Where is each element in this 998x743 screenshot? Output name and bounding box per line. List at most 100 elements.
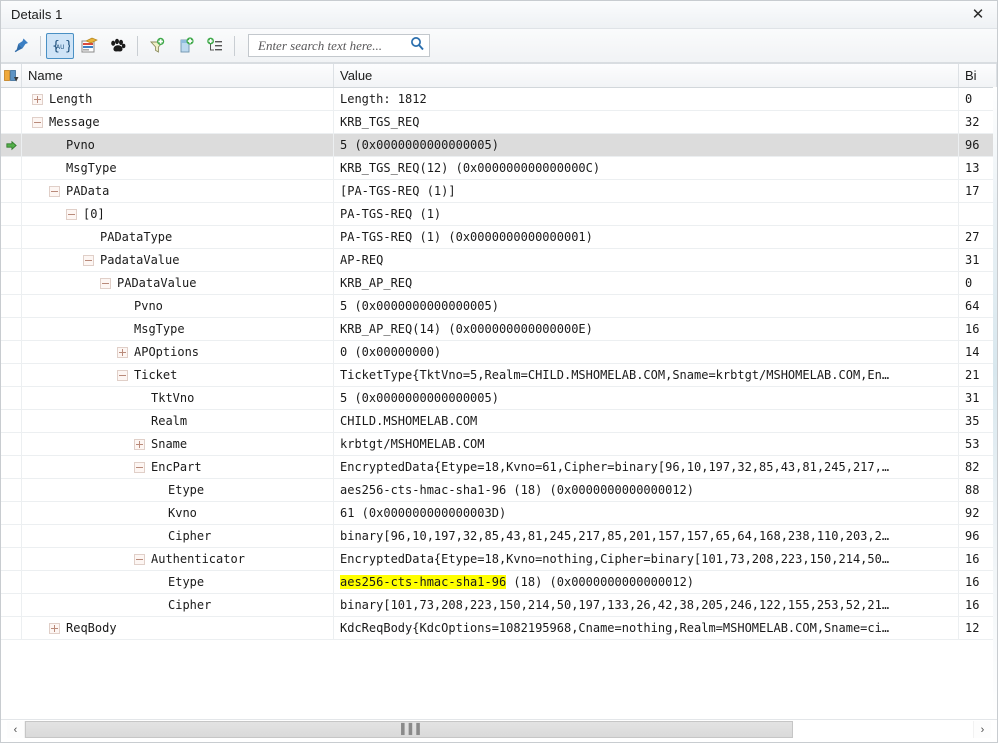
- collapse-icon[interactable]: [83, 254, 94, 266]
- table-row[interactable]: PADataValue KRB_AP_REQ 0: [1, 272, 997, 295]
- grid-header-row: Name Value Bi: [1, 64, 997, 88]
- table-row[interactable]: Ticket TicketType{TktVno=5,Realm=CHILD.MS…: [1, 364, 997, 387]
- cell-name: ReqBody: [22, 617, 334, 639]
- column-header-bit[interactable]: Bi: [959, 64, 997, 87]
- row-marker-cell: [1, 134, 22, 156]
- toolbar-separator-1: [40, 35, 41, 56]
- filter-add-icon[interactable]: [143, 33, 171, 59]
- expand-icon[interactable]: [32, 93, 43, 105]
- table-row[interactable]: Pvno 5 (0x0000000000000005) 96: [1, 134, 997, 157]
- horizontal-scrollbar[interactable]: ‹ ▐▐▐ ›: [1, 719, 997, 742]
- search-input[interactable]: [256, 36, 410, 55]
- row-name-label: MsgType: [134, 322, 185, 336]
- collapse-icon[interactable]: [100, 277, 111, 289]
- row-value-label: aes256-cts-hmac-sha1-96 (18) (0x00000000…: [340, 483, 695, 497]
- row-name-label: Realm: [151, 414, 188, 428]
- row-value-label: PA-TGS-REQ (1): [340, 207, 442, 221]
- cell-bit-offset: [959, 203, 997, 225]
- row-value-label: 0 (0x00000000): [340, 345, 442, 359]
- row-marker-cell: [1, 88, 22, 110]
- cell-bit-offset: 27: [959, 226, 997, 248]
- cell-name: Length: [22, 88, 334, 110]
- table-row[interactable]: Etype aes256-cts-hmac-sha1-96 (18) (0x000…: [1, 571, 997, 594]
- cell-bit-offset: 31: [959, 249, 997, 271]
- column-add-icon[interactable]: [172, 33, 200, 59]
- table-row[interactable]: EncPart EncryptedData{Etype=18,Kvno=61,Ci…: [1, 456, 997, 479]
- table-row[interactable]: Length Length: 1812 0: [1, 88, 997, 111]
- table-row[interactable]: Sname krbtgt/MSHOMELAB.COM 53: [1, 433, 997, 456]
- cell-name: MsgType: [22, 318, 334, 340]
- row-name-label: Sname: [151, 437, 188, 451]
- column-selector-icon[interactable]: [1, 64, 22, 87]
- scroll-right-button[interactable]: ›: [974, 721, 991, 738]
- scroll-thumb[interactable]: ▐▐▐: [25, 721, 793, 738]
- table-row[interactable]: PadataValue AP-REQ 31: [1, 249, 997, 272]
- table-row[interactable]: APOptions 0 (0x00000000) 14: [1, 341, 997, 364]
- table-row[interactable]: TktVno 5 (0x0000000000000005) 31: [1, 387, 997, 410]
- table-row[interactable]: Message KRB_TGS_REQ 32: [1, 111, 997, 134]
- row-marker-cell: [1, 272, 22, 294]
- collapse-icon[interactable]: [32, 116, 43, 128]
- cell-name: Message: [22, 111, 334, 133]
- search-box[interactable]: [248, 34, 430, 57]
- collapse-icon[interactable]: [134, 553, 145, 565]
- group-add-icon[interactable]: [201, 33, 229, 59]
- collapse-icon[interactable]: [49, 185, 60, 197]
- cell-name: APOptions: [22, 341, 334, 363]
- row-value-label: Length: 1812: [340, 92, 427, 106]
- row-name-label: EncPart: [151, 460, 202, 474]
- cell-name: Sname: [22, 433, 334, 455]
- cell-bit-offset: 82: [959, 456, 997, 478]
- row-marker-cell: [1, 479, 22, 501]
- table-row[interactable]: Authenticator EncryptedData{Etype=18,Kvno…: [1, 548, 997, 571]
- table-row[interactable]: MsgType KRB_TGS_REQ(12) (0x00000000000000…: [1, 157, 997, 180]
- row-name-label: Message: [49, 115, 100, 129]
- row-value-label: CHILD.MSHOMELAB.COM: [340, 414, 478, 428]
- search-icon[interactable]: [410, 36, 425, 56]
- grid-rows: Length Length: 1812 0 Message KRB_TGS_REQ 32 P…: [1, 88, 997, 719]
- row-value-label: KRB_AP_REQ: [340, 276, 413, 290]
- column-header-name[interactable]: Name: [22, 64, 334, 87]
- table-row[interactable]: PADataType PA-TGS-REQ (1) (0x000000000000…: [1, 226, 997, 249]
- vertical-scrollbar[interactable]: [993, 87, 997, 719]
- row-name-label: Authenticator: [151, 552, 245, 566]
- table-row[interactable]: ReqBody KdcReqBody{KdcOptions=1082195968,…: [1, 617, 997, 640]
- collapse-icon[interactable]: [134, 461, 145, 473]
- table-row[interactable]: Kvno 61 (0x000000000000003D) 92: [1, 502, 997, 525]
- scroll-track[interactable]: ▐▐▐: [24, 721, 974, 738]
- table-row[interactable]: MsgType KRB_AP_REQ(14) (0x000000000000000…: [1, 318, 997, 341]
- table-row[interactable]: Etype aes256-cts-hmac-sha1-96 (18) (0x000…: [1, 479, 997, 502]
- row-marker-cell: [1, 617, 22, 639]
- cell-bit-offset: 16: [959, 318, 997, 340]
- svg-text:}: }: [65, 39, 70, 54]
- row-value-label: EncryptedData{Etype=18,Kvno=61,Cipher=bi…: [340, 460, 890, 474]
- expand-icon[interactable]: [117, 346, 128, 358]
- cell-bit-offset: 64: [959, 295, 997, 317]
- table-row[interactable]: Cipher binary[96,10,197,32,85,43,81,245,2…: [1, 525, 997, 548]
- row-value-label: PA-TGS-REQ (1) (0x0000000000000001): [340, 230, 593, 244]
- table-row[interactable]: PAData [PA-TGS-REQ (1)] 17: [1, 180, 997, 203]
- column-header-value[interactable]: Value: [334, 64, 959, 87]
- table-row[interactable]: [0] PA-TGS-REQ (1): [1, 203, 997, 226]
- braces-au-icon[interactable]: { AU }: [46, 32, 74, 59]
- row-name-label: Etype: [168, 483, 205, 497]
- cell-bit-offset: 14: [959, 341, 997, 363]
- table-row[interactable]: Pvno 5 (0x0000000000000005) 64: [1, 295, 997, 318]
- collapse-icon[interactable]: [117, 369, 128, 381]
- cell-value: EncryptedData{Etype=18,Kvno=61,Cipher=bi…: [334, 456, 959, 478]
- cell-bit-offset: 13: [959, 157, 997, 179]
- close-icon[interactable]: ✕: [967, 3, 989, 25]
- pin-icon[interactable]: [7, 33, 35, 59]
- cell-value: CHILD.MSHOMELAB.COM: [334, 410, 959, 432]
- collapse-icon[interactable]: [66, 208, 77, 220]
- table-row[interactable]: Realm CHILD.MSHOMELAB.COM 35: [1, 410, 997, 433]
- expand-icon[interactable]: [49, 622, 60, 634]
- paw-print-icon[interactable]: [104, 33, 132, 59]
- scroll-left-button[interactable]: ‹: [7, 721, 24, 738]
- cell-name: Cipher: [22, 594, 334, 616]
- table-row[interactable]: Cipher binary[101,73,208,223,150,214,50,1…: [1, 594, 997, 617]
- cell-bit-offset: 16: [959, 571, 997, 593]
- cell-value: binary[96,10,197,32,85,43,81,245,217,85,…: [334, 525, 959, 547]
- card-stack-icon[interactable]: [75, 33, 103, 59]
- expand-icon[interactable]: [134, 438, 145, 450]
